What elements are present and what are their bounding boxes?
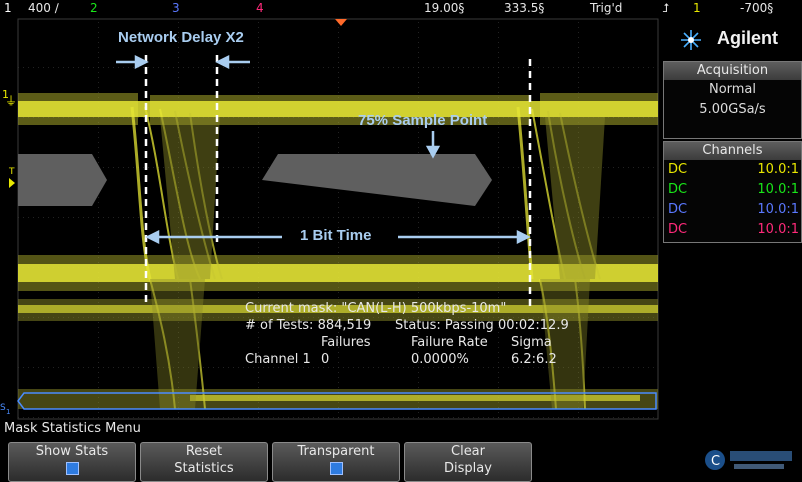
- channels-title: Channels: [664, 142, 801, 160]
- menu-title: Mask Statistics Menu: [4, 421, 141, 436]
- ch1-scale: 400 ∕: [28, 1, 59, 15]
- current-mask-text: Current mask: "CAN(L-H) 500kbps-10m": [245, 301, 507, 316]
- side-panel: Agilent Acquisition Normal 5.00GSa/s Cha…: [661, 17, 802, 421]
- delay-readout: 333.5§: [504, 1, 545, 15]
- svg-text:1: 1: [6, 408, 10, 416]
- watermark-logo: C: [700, 445, 800, 475]
- channel-coupling: DC: [668, 162, 688, 177]
- acquisition-panel[interactable]: Acquisition Normal 5.00GSa/s: [663, 61, 802, 139]
- channel-coupling: DC: [668, 182, 688, 197]
- channel-coupling: DC: [668, 202, 688, 217]
- waveform-display[interactable]: 1 ⏚ T S 1 Network Delay X2 75% Sample Po…: [0, 17, 660, 421]
- softkey-bar: Show Stats Reset Statistics Transparent …: [0, 439, 660, 482]
- sigma-value: 6.2:6.2: [511, 352, 557, 367]
- channel-row[interactable]: DC 10.0:1: [664, 220, 801, 240]
- svg-text:C: C: [711, 454, 720, 469]
- clear-label-line2: Display: [444, 461, 492, 476]
- acquisition-mode: Normal: [708, 82, 757, 97]
- network-delay-label: Network Delay X2: [118, 29, 244, 46]
- col-failures: Failures: [321, 335, 371, 350]
- trigger-level: -700§: [740, 1, 774, 15]
- bit-time-label: 1 Bit Time: [300, 227, 372, 244]
- brand-name: Agilent: [717, 28, 778, 48]
- channel-probe: 10.0:1: [757, 222, 799, 237]
- channel-row[interactable]: DC 10.0:1: [664, 180, 801, 200]
- status-bar: 1 400 ∕ 2 3 4 19.00§ 333.5§ Trig'd ⮥ 1 -…: [0, 0, 802, 17]
- trigger-status: Trig'd: [590, 1, 623, 15]
- svg-text:⏚: ⏚: [5, 94, 17, 108]
- tests-count: # of Tests: 884,519: [245, 318, 372, 333]
- test-status: Status: Passing 00:02:12.9: [395, 318, 569, 333]
- failure-rate-value: 0.0000%: [411, 352, 469, 367]
- channel-row[interactable]: DC 10.0:1: [664, 160, 801, 180]
- show-stats-label: Show Stats: [35, 444, 109, 459]
- reset-label-line2: Statistics: [174, 461, 234, 476]
- show-stats-button[interactable]: Show Stats: [8, 442, 136, 482]
- checkbox-icon: [65, 462, 79, 475]
- timebase-readout: 19.00§: [424, 1, 465, 15]
- mask-region-left: [18, 154, 107, 206]
- channel-probe: 10.0:1: [757, 202, 799, 217]
- ch3-label[interactable]: 3: [172, 1, 180, 15]
- transparent-button[interactable]: Transparent: [272, 442, 400, 482]
- trigger-channel: 1: [693, 1, 701, 15]
- ch4-label[interactable]: 4: [256, 1, 264, 15]
- col-sigma: Sigma: [511, 335, 552, 350]
- sample-point-label: 75% Sample Point: [358, 112, 488, 129]
- channel-probe: 10.0:1: [757, 182, 799, 197]
- checkbox-icon: [329, 462, 343, 475]
- rising-edge-icon: ⮥: [662, 1, 670, 15]
- col-failure-rate: Failure Rate: [411, 335, 488, 350]
- ch2-label[interactable]: 2: [90, 1, 98, 15]
- acquisition-title: Acquisition: [664, 62, 801, 80]
- ch1-label[interactable]: 1: [4, 1, 12, 15]
- agilent-spark-icon: [681, 30, 701, 50]
- channel-row[interactable]: DC 10.0:1: [664, 200, 801, 220]
- failures-value: 0: [321, 352, 330, 367]
- channel-probe: 10.0:1: [757, 162, 799, 177]
- brand-header: Agilent: [663, 19, 800, 59]
- channel-row-label: Channel 1: [245, 352, 311, 367]
- channel-coupling: DC: [668, 222, 688, 237]
- transparent-label: Transparent: [297, 444, 375, 459]
- reset-statistics-button[interactable]: Reset Statistics: [140, 442, 268, 482]
- sample-rate: 5.00GSa/s: [699, 102, 766, 117]
- waveform-graticule: 1 ⏚ T S 1: [0, 18, 659, 420]
- channels-panel[interactable]: Channels DC 10.0:1 DC 10.0:1 DC 10.0:1 D…: [663, 141, 802, 243]
- clear-display-button[interactable]: Clear Display: [404, 442, 532, 482]
- svg-text:T: T: [8, 167, 15, 177]
- clear-label-line1: Clear: [451, 444, 485, 459]
- reset-label-line1: Reset: [185, 444, 223, 459]
